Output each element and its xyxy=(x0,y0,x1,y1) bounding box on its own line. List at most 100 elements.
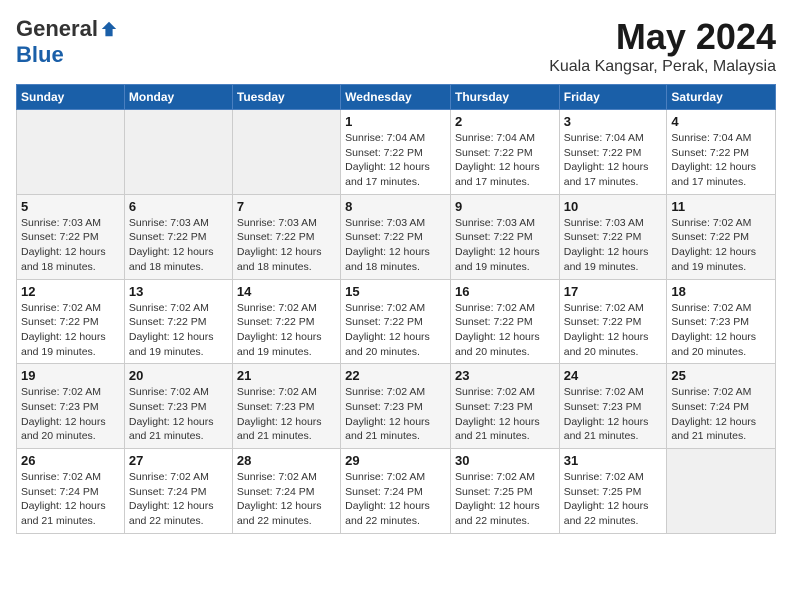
day-info: Sunrise: 7:03 AMSunset: 7:22 PMDaylight:… xyxy=(455,216,555,275)
calendar-cell: 28 Sunrise: 7:02 AMSunset: 7:24 PMDayligh… xyxy=(232,449,340,534)
day-number: 23 xyxy=(455,368,555,383)
day-info: Sunrise: 7:02 AMSunset: 7:22 PMDaylight:… xyxy=(345,301,446,360)
day-info: Sunrise: 7:02 AMSunset: 7:23 PMDaylight:… xyxy=(129,385,228,444)
calendar-cell: 6 Sunrise: 7:03 AMSunset: 7:22 PMDaylight… xyxy=(124,194,232,279)
calendar-cell: 3 Sunrise: 7:04 AMSunset: 7:22 PMDaylight… xyxy=(559,110,667,195)
day-number: 12 xyxy=(21,284,120,299)
day-number: 11 xyxy=(671,199,771,214)
day-number: 6 xyxy=(129,199,228,214)
title-block: May 2024 Kuala Kangsar, Perak, Malaysia xyxy=(549,16,776,76)
day-number: 25 xyxy=(671,368,771,383)
day-number: 14 xyxy=(237,284,336,299)
day-number: 4 xyxy=(671,114,771,129)
day-info: Sunrise: 7:03 AMSunset: 7:22 PMDaylight:… xyxy=(564,216,663,275)
calendar-cell: 29 Sunrise: 7:02 AMSunset: 7:24 PMDayligh… xyxy=(341,449,451,534)
calendar-cell: 1 Sunrise: 7:04 AMSunset: 7:22 PMDaylight… xyxy=(341,110,451,195)
calendar-cell: 11 Sunrise: 7:02 AMSunset: 7:22 PMDayligh… xyxy=(667,194,776,279)
day-number: 24 xyxy=(564,368,663,383)
day-number: 16 xyxy=(455,284,555,299)
day-info: Sunrise: 7:04 AMSunset: 7:22 PMDaylight:… xyxy=(345,131,446,190)
day-info: Sunrise: 7:02 AMSunset: 7:24 PMDaylight:… xyxy=(21,470,120,529)
day-info: Sunrise: 7:02 AMSunset: 7:24 PMDaylight:… xyxy=(671,385,771,444)
day-info: Sunrise: 7:02 AMSunset: 7:22 PMDaylight:… xyxy=(237,301,336,360)
day-info: Sunrise: 7:04 AMSunset: 7:22 PMDaylight:… xyxy=(455,131,555,190)
weekday-header-monday: Monday xyxy=(124,85,232,110)
day-number: 18 xyxy=(671,284,771,299)
calendar-cell: 14 Sunrise: 7:02 AMSunset: 7:22 PMDayligh… xyxy=(232,279,340,364)
day-number: 20 xyxy=(129,368,228,383)
day-info: Sunrise: 7:03 AMSunset: 7:22 PMDaylight:… xyxy=(129,216,228,275)
calendar-cell: 27 Sunrise: 7:02 AMSunset: 7:24 PMDayligh… xyxy=(124,449,232,534)
location: Kuala Kangsar, Perak, Malaysia xyxy=(549,58,776,76)
day-info: Sunrise: 7:02 AMSunset: 7:23 PMDaylight:… xyxy=(564,385,663,444)
weekday-header-wednesday: Wednesday xyxy=(341,85,451,110)
day-number: 28 xyxy=(237,453,336,468)
day-number: 15 xyxy=(345,284,446,299)
calendar-cell: 26Sunrise: 7:02 AMSunset: 7:24 PMDayligh… xyxy=(17,449,125,534)
weekday-header-sunday: Sunday xyxy=(17,85,125,110)
day-info: Sunrise: 7:02 AMSunset: 7:23 PMDaylight:… xyxy=(345,385,446,444)
day-number: 19 xyxy=(21,368,120,383)
page-header: General Blue May 2024 Kuala Kangsar, Per… xyxy=(16,16,776,76)
calendar-cell: 2 Sunrise: 7:04 AMSunset: 7:22 PMDaylight… xyxy=(450,110,559,195)
day-number: 30 xyxy=(455,453,555,468)
day-info: Sunrise: 7:02 AMSunset: 7:24 PMDaylight:… xyxy=(237,470,336,529)
calendar-cell: 10 Sunrise: 7:03 AMSunset: 7:22 PMDayligh… xyxy=(559,194,667,279)
day-info: Sunrise: 7:02 AMSunset: 7:22 PMDaylight:… xyxy=(21,301,120,360)
day-number: 29 xyxy=(345,453,446,468)
day-number: 7 xyxy=(237,199,336,214)
day-info: Sunrise: 7:03 AMSunset: 7:22 PMDaylight:… xyxy=(237,216,336,275)
day-number: 31 xyxy=(564,453,663,468)
logo-general-text: General xyxy=(16,16,98,42)
day-number: 22 xyxy=(345,368,446,383)
month-title: May 2024 xyxy=(549,16,776,58)
calendar-cell: 12 Sunrise: 7:02 AMSunset: 7:22 PMDayligh… xyxy=(17,279,125,364)
calendar-cell: 13 Sunrise: 7:02 AMSunset: 7:22 PMDayligh… xyxy=(124,279,232,364)
calendar-cell: 7 Sunrise: 7:03 AMSunset: 7:22 PMDaylight… xyxy=(232,194,340,279)
day-number: 3 xyxy=(564,114,663,129)
weekday-header-thursday: Thursday xyxy=(450,85,559,110)
calendar-cell: 16 Sunrise: 7:02 AMSunset: 7:22 PMDayligh… xyxy=(450,279,559,364)
day-info: Sunrise: 7:04 AMSunset: 7:22 PMDaylight:… xyxy=(671,131,771,190)
day-info: Sunrise: 7:02 AMSunset: 7:24 PMDaylight:… xyxy=(129,470,228,529)
day-number: 21 xyxy=(237,368,336,383)
day-number: 5 xyxy=(21,199,120,214)
day-number: 2 xyxy=(455,114,555,129)
calendar-table: SundayMondayTuesdayWednesdayThursdayFrid… xyxy=(16,84,776,534)
calendar-cell: 19 Sunrise: 7:02 AMSunset: 7:23 PMDayligh… xyxy=(17,364,125,449)
calendar-cell: 30 Sunrise: 7:02 AMSunset: 7:25 PMDayligh… xyxy=(450,449,559,534)
calendar-cell: 31 Sunrise: 7:02 AMSunset: 7:25 PMDayligh… xyxy=(559,449,667,534)
day-info: Sunrise: 7:02 AMSunset: 7:23 PMDaylight:… xyxy=(21,385,120,444)
day-info: Sunrise: 7:02 AMSunset: 7:22 PMDaylight:… xyxy=(129,301,228,360)
day-number: 8 xyxy=(345,199,446,214)
day-number: 27 xyxy=(129,453,228,468)
calendar-cell: 23Sunrise: 7:02 AMSunset: 7:23 PMDayligh… xyxy=(450,364,559,449)
day-info: Sunrise: 7:02 AMSunset: 7:24 PMDaylight:… xyxy=(345,470,446,529)
calendar-cell: 24 Sunrise: 7:02 AMSunset: 7:23 PMDayligh… xyxy=(559,364,667,449)
day-number: 10 xyxy=(564,199,663,214)
calendar-cell: 22 Sunrise: 7:02 AMSunset: 7:23 PMDayligh… xyxy=(341,364,451,449)
calendar-cell: 5 Sunrise: 7:03 AMSunset: 7:22 PMDaylight… xyxy=(17,194,125,279)
day-info: Sunrise: 7:03 AMSunset: 7:22 PMDaylight:… xyxy=(21,216,120,275)
logo-icon xyxy=(100,20,118,38)
calendar-cell: 4 Sunrise: 7:04 AMSunset: 7:22 PMDaylight… xyxy=(667,110,776,195)
day-info: Sunrise: 7:02 AMSunset: 7:25 PMDaylight:… xyxy=(455,470,555,529)
calendar-cell xyxy=(232,110,340,195)
day-info: Sunrise: 7:02 AMSunset: 7:25 PMDaylight:… xyxy=(564,470,663,529)
day-number: 1 xyxy=(345,114,446,129)
weekday-header-friday: Friday xyxy=(559,85,667,110)
calendar-cell: 20 Sunrise: 7:02 AMSunset: 7:23 PMDayligh… xyxy=(124,364,232,449)
day-info: Sunrise: 7:03 AMSunset: 7:22 PMDaylight:… xyxy=(345,216,446,275)
weekday-header-tuesday: Tuesday xyxy=(232,85,340,110)
day-info: Sunrise: 7:02 AMSunset: 7:22 PMDaylight:… xyxy=(455,301,555,360)
logo-blue-text: Blue xyxy=(16,42,64,67)
day-info: Sunrise: 7:02 AMSunset: 7:22 PMDaylight:… xyxy=(564,301,663,360)
day-info: Sunrise: 7:04 AMSunset: 7:22 PMDaylight:… xyxy=(564,131,663,190)
day-number: 13 xyxy=(129,284,228,299)
calendar-cell: 8 Sunrise: 7:03 AMSunset: 7:22 PMDaylight… xyxy=(341,194,451,279)
calendar-cell xyxy=(124,110,232,195)
day-info: Sunrise: 7:02 AMSunset: 7:22 PMDaylight:… xyxy=(671,216,771,275)
calendar-cell: 15 Sunrise: 7:02 AMSunset: 7:22 PMDayligh… xyxy=(341,279,451,364)
day-info: Sunrise: 7:02 AMSunset: 7:23 PMDaylight:… xyxy=(237,385,336,444)
calendar-cell: 17Sunrise: 7:02 AMSunset: 7:22 PMDayligh… xyxy=(559,279,667,364)
